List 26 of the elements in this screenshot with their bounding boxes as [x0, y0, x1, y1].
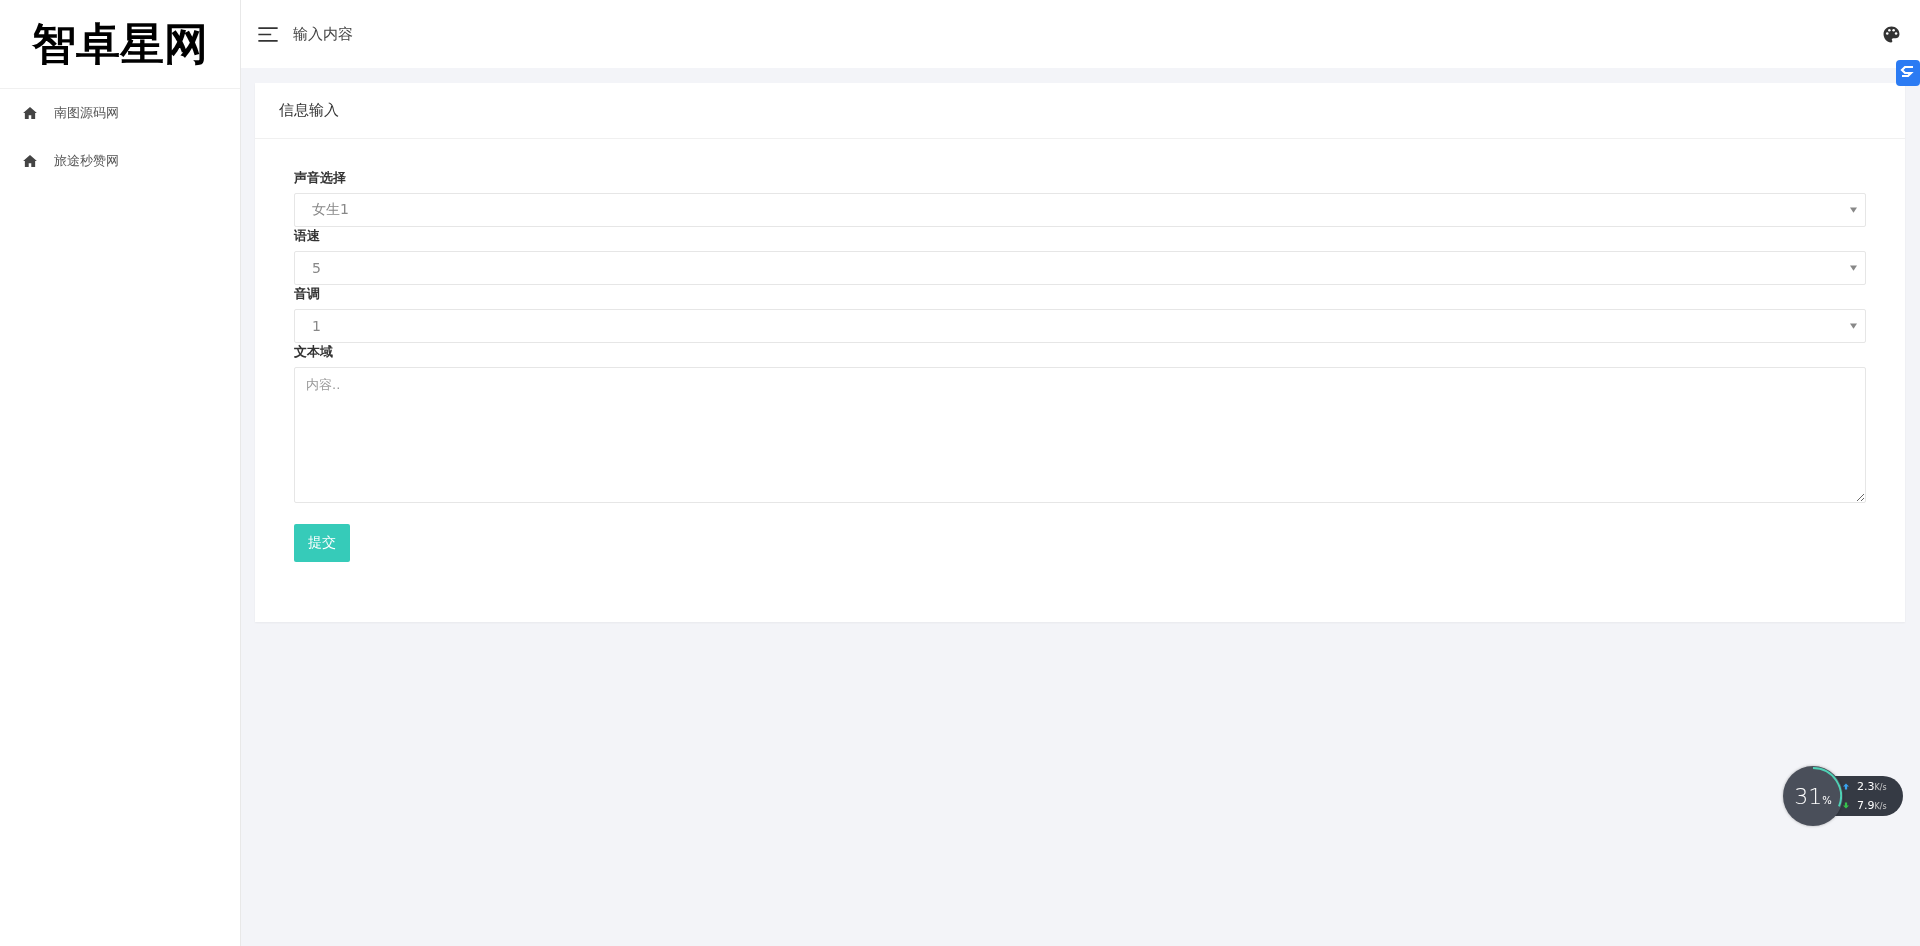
field-label: 音调: [294, 285, 320, 303]
caret-icon: [1850, 323, 1857, 329]
site-logo: 智卓星网: [32, 16, 208, 71]
field-label: 文本域: [294, 343, 333, 361]
rate-value: 2.3K/s: [1857, 780, 1887, 793]
caret-icon: [1850, 265, 1857, 271]
select-field[interactable]: 5: [294, 251, 1866, 285]
card-title: 信息输入: [255, 83, 1905, 139]
sidebar-item[interactable]: 旅途秒赞网: [0, 137, 240, 185]
field-label: 声音选择: [294, 169, 346, 187]
text-area[interactable]: 内容..: [294, 367, 1866, 503]
field-label: 语速: [294, 227, 320, 245]
rate-value: 7.9K/s: [1857, 799, 1887, 812]
select-field[interactable]: 女生1: [294, 193, 1866, 227]
upload-icon: [1843, 783, 1849, 790]
home-icon: [23, 155, 37, 167]
usage-percent: 31%: [1794, 783, 1832, 809]
sidebar-item[interactable]: 南图源码网: [0, 89, 240, 137]
palette-icon[interactable]: [1883, 25, 1900, 43]
select-field[interactable]: 1: [294, 309, 1866, 343]
submit-button[interactable]: 提交: [294, 524, 350, 562]
caret-icon: [1850, 207, 1857, 213]
home-icon: [23, 107, 37, 119]
menu-icon[interactable]: [258, 26, 278, 42]
download-icon: [1843, 802, 1849, 809]
page-title: 输入内容: [293, 24, 354, 44]
